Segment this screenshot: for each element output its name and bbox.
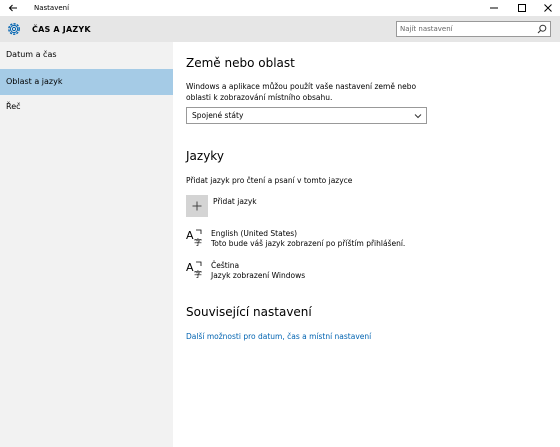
sidebar: Datum a čas Oblast a jazyk Řeč — [0, 42, 173, 447]
svg-text:字: 字 — [194, 237, 202, 246]
language-name-czech[interactable]: Čeština — [211, 261, 239, 270]
page-title: ČAS A JAZYK — [32, 25, 91, 34]
related-settings-link[interactable]: Další možnosti pro datum, čas a místní n… — [186, 332, 371, 341]
sidebar-item-datum-a-cas[interactable]: Datum a čas — [0, 42, 173, 68]
minimize-button[interactable] — [480, 0, 508, 16]
close-button[interactable] — [534, 0, 560, 16]
sidebar-item-label: Řeč — [6, 102, 21, 111]
svg-text:字: 字 — [194, 269, 202, 278]
languages-description: Přidat jazyk pro čtení a psaní v tomto j… — [186, 176, 353, 185]
search-input[interactable] — [400, 23, 530, 35]
language-status-english: Toto bude váš jazyk zobrazení po příštím… — [211, 239, 406, 248]
window-title: Nastavení — [34, 4, 70, 12]
close-icon — [544, 4, 552, 12]
minimize-icon — [490, 7, 498, 9]
maximize-button[interactable] — [508, 0, 536, 16]
language-icon: A 字 — [186, 229, 202, 246]
language-name-english[interactable]: English (United States) — [211, 229, 297, 238]
gear-icon — [8, 23, 20, 35]
add-language-label[interactable]: Přidat jazyk — [213, 197, 257, 206]
search-box[interactable] — [396, 21, 551, 37]
language-icon: A 字 — [186, 261, 202, 278]
sidebar-item-oblast-a-jazyk[interactable]: Oblast a jazyk — [0, 69, 173, 95]
sidebar-item-label: Oblast a jazyk — [6, 77, 63, 86]
country-select[interactable]: Spojené státy — [186, 107, 427, 124]
region-description-line2: oblasti k zobrazování místního obsahu. — [186, 93, 333, 102]
plus-icon — [192, 201, 202, 211]
svg-text:A: A — [186, 261, 194, 274]
region-heading: Země nebo oblast — [186, 56, 295, 70]
back-button[interactable] — [6, 2, 20, 14]
back-arrow-icon — [8, 4, 17, 12]
language-status-czech: Jazyk zobrazení Windows — [211, 271, 306, 280]
svg-text:A: A — [186, 229, 194, 242]
maximize-icon — [518, 4, 526, 12]
languages-heading: Jazyky — [186, 149, 224, 163]
sidebar-item-rec[interactable]: Řeč — [0, 94, 173, 120]
region-description-line1: Windows a aplikace můžou použít vaše nas… — [186, 82, 417, 91]
sidebar-item-label: Datum a čas — [6, 50, 57, 59]
title-bar: Nastavení — [0, 0, 560, 16]
country-select-value: Spojené státy — [192, 111, 244, 120]
search-icon[interactable] — [537, 24, 547, 34]
chevron-down-icon — [414, 114, 422, 119]
related-settings-heading: Související nastavení — [186, 305, 312, 319]
main-content: Země nebo oblast Windows a aplikace můžo… — [173, 42, 560, 447]
add-language-button[interactable] — [186, 195, 208, 217]
